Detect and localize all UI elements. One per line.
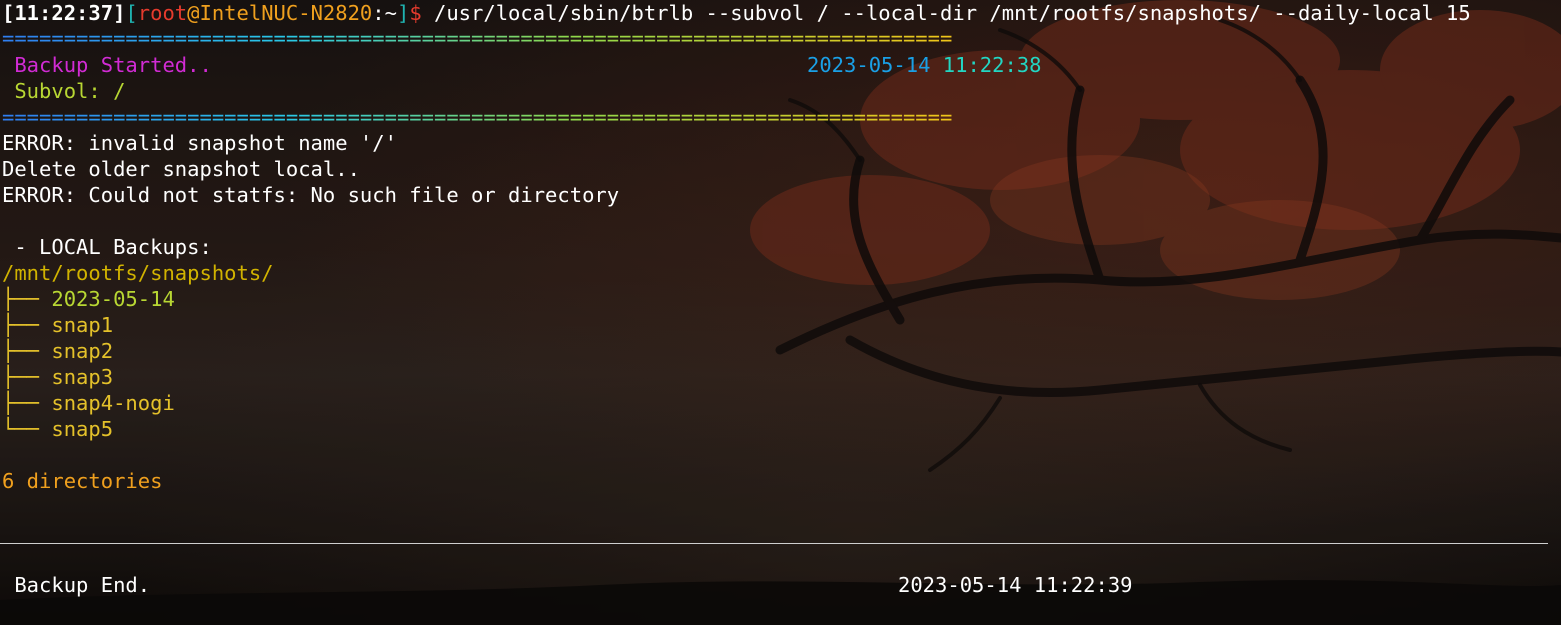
prompt-bracket-close: ] — [396, 1, 410, 25]
backup-started-timestamp: 2023-05-14 11:22:38 — [807, 52, 1042, 78]
local-backups-label: - LOCAL Backups: — [2, 235, 212, 259]
prompt-path: ~ — [384, 1, 397, 25]
separator-rule-middle: ========================================… — [2, 110, 953, 124]
command-text: /usr/local/sbin/btrlb --subvol / --local… — [421, 1, 1471, 25]
tree-entry-name: snap4-nogi — [51, 391, 175, 415]
tree-entry: ├── snap1 — [2, 312, 113, 338]
error-message-statfs: ERROR: Could not statfs: No such file or… — [2, 183, 620, 207]
started-date: 2023-05-14 — [807, 53, 931, 77]
tree-entry: ├── snap4-nogi — [2, 390, 175, 416]
tree-entry: └── snap5 — [2, 416, 113, 442]
backup-end-timestamp: 2023-05-14 11:22:39 — [898, 573, 1133, 597]
backup-end-label: Backup End. — [2, 573, 151, 597]
footer-divider — [0, 543, 1548, 544]
tree-entry-name: snap3 — [51, 365, 114, 389]
directory-count-summary: 6 directories — [2, 469, 163, 493]
tree-branch-glyph: ├── — [2, 365, 52, 389]
tree-branch-glyph: ├── — [2, 313, 52, 337]
tree-entry-name: snap2 — [51, 339, 114, 363]
prompt-user: root — [137, 1, 188, 25]
tree-branch-glyph: └── — [2, 417, 52, 441]
prompt-dollar: $ — [409, 1, 422, 25]
tree-entry: ├── snap3 — [2, 364, 113, 390]
separator-rule-top: ========================================… — [2, 31, 953, 45]
prompt-line: [11:22:37][root@IntelNUC-N2820:~]$ /usr/… — [2, 0, 1471, 26]
snapshot-directory-path: /mnt/rootfs/snapshots/ — [2, 261, 274, 285]
prompt-time: [11:22:37] — [2, 1, 126, 25]
terminal-window[interactable]: [11:22:37][root@IntelNUC-N2820:~]$ /usr/… — [0, 0, 1561, 625]
tree-branch-glyph: ├── — [2, 287, 52, 311]
delete-older-message: Delete older snapshot local.. — [2, 157, 360, 181]
tree-branch-glyph: ├── — [2, 391, 52, 415]
tree-entry-name: 2023-05-14 — [51, 287, 175, 311]
prompt-bracket-open: [ — [125, 1, 138, 25]
tree-entry: ├── snap2 — [2, 338, 113, 364]
subvol-line: Subvol: / — [2, 79, 126, 103]
tree-entry-name: snap1 — [51, 313, 114, 337]
started-time: 11:22:38 — [942, 53, 1042, 77]
error-message-snapshot-name: ERROR: invalid snapshot name '/' — [2, 131, 397, 155]
prompt-colon: : — [372, 1, 385, 25]
tree-entry: ├── 2023-05-14 — [2, 286, 175, 312]
tree-branch-glyph: ├── — [2, 339, 52, 363]
prompt-at: @ — [187, 1, 200, 25]
backup-started-line: Backup Started.. — [2, 52, 212, 78]
prompt-host: IntelNUC-N2820 — [199, 1, 373, 25]
backup-started-label: Backup Started.. — [2, 53, 212, 77]
tree-entry-name: snap5 — [51, 417, 114, 441]
